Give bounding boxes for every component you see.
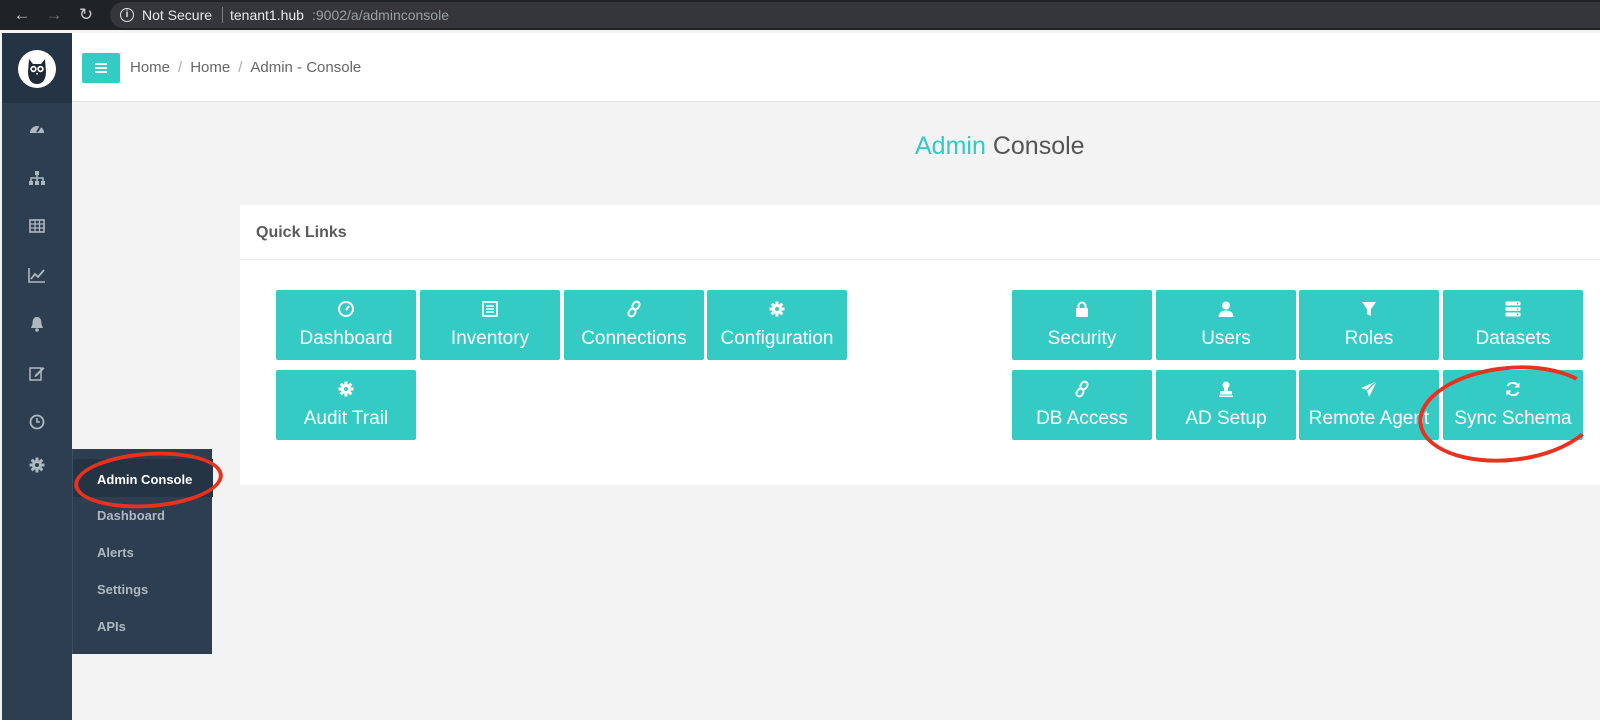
users-button-label: Users [1201,328,1251,349]
url-host: tenant1.hub [230,7,304,23]
flyout-item-settings[interactable]: Settings [97,582,148,597]
roles-button-label: Roles [1344,328,1394,349]
breadcrumb-home-2[interactable]: Home [190,59,230,76]
info-icon[interactable]: i [120,8,134,22]
forward-arrow-icon[interactable]: → [42,0,66,30]
not-secure-label: Not Secure [142,7,213,23]
gauge-icon [276,300,416,320]
quick-links-title: Quick Links [256,224,347,241]
url-divider [222,7,223,23]
db-access-button[interactable]: DB Access [1012,370,1152,440]
audit-trail-button-label: Audit Trail [303,408,389,429]
connections-button-label: Connections [581,328,687,349]
paper-plane-icon [1299,380,1439,400]
back-arrow-icon[interactable]: ← [10,0,34,30]
page-title-rest: Console [992,132,1085,160]
sync-schema-button[interactable]: Sync Schema [1443,370,1583,440]
datasets-button[interactable]: Datasets [1443,290,1583,360]
security-button-label: Security [1047,328,1117,349]
gear-icon[interactable] [20,456,54,480]
hamburger-menu-icon[interactable] [82,53,120,83]
ad-setup-button[interactable]: AD Setup [1156,370,1296,440]
url-path: :9002/a/adminconsole [312,7,449,23]
inventory-button-label: Inventory [450,328,530,349]
filter-icon [1299,300,1439,320]
page-title: Admin Console [915,132,1085,161]
quick-links-card: Quick Links Dashboard Inventory Connecti… [240,205,1600,485]
configuration-button-label: Configuration [720,328,834,349]
breadcrumb-separator: / [238,59,243,76]
list-icon [420,300,560,320]
server-icon [1443,300,1583,320]
clock-icon[interactable] [20,413,54,437]
stamp-icon [1156,380,1296,400]
remote-agent-button-label: Remote Agent [1308,408,1430,429]
breadcrumb-separator: / [178,59,183,76]
ad-setup-button-label: AD Setup [1185,408,1267,429]
reload-icon[interactable]: ↻ [74,0,98,30]
page-title-accent: Admin [915,132,986,160]
sidebar [2,33,72,720]
line-chart-icon[interactable] [20,266,54,290]
edit-icon[interactable] [20,364,54,388]
breadcrumb-current: Admin - Console [250,59,362,76]
refresh-icon [1443,380,1583,400]
roles-button[interactable]: Roles [1299,290,1439,360]
remote-agent-button[interactable]: Remote Agent [1299,370,1439,440]
link-icon [564,300,704,320]
admin-flyout-menu: Admin Console Dashboard Alerts Settings … [72,449,213,654]
table-icon[interactable] [20,217,54,241]
dashboard-icon[interactable] [20,120,54,144]
owl-logo-icon[interactable] [18,50,56,88]
link-icon [1012,380,1152,400]
datasets-button-label: Datasets [1475,328,1551,349]
cog-icon [707,300,847,320]
users-button[interactable]: Users [1156,290,1296,360]
bell-icon[interactable] [20,315,54,339]
user-icon [1156,300,1296,320]
audit-trail-button[interactable]: Audit Trail [276,370,416,440]
db-access-button-label: DB Access [1036,408,1128,429]
connections-button[interactable]: Connections [564,290,704,360]
security-button[interactable]: Security [1012,290,1152,360]
address-bar[interactable]: i Not Secure tenant1.hub :9002/a/adminco… [110,2,1600,28]
sync-schema-button-label: Sync Schema [1454,408,1572,429]
top-header: Home / Home / Admin - Console [72,33,1600,102]
flyout-item-dashboard[interactable]: Dashboard [97,508,165,523]
dashboard-button-label: Dashboard [299,328,393,349]
flyout-item-apis[interactable]: APIs [97,619,126,634]
dashboard-button[interactable]: Dashboard [276,290,416,360]
lock-icon [1012,300,1152,320]
browser-toolbar: ← → ↻ i Not Secure tenant1.hub :9002/a/a… [0,0,1600,30]
logo-area[interactable] [2,33,72,103]
flyout-item-alerts[interactable]: Alerts [97,545,134,560]
inventory-button[interactable]: Inventory [420,290,560,360]
quick-links-header: Quick Links [240,205,1600,260]
hierarchy-icon[interactable] [20,169,54,193]
cog-icon [276,380,416,400]
flyout-item-admin-console[interactable]: Admin Console [97,472,192,487]
breadcrumb-home[interactable]: Home [130,59,170,76]
breadcrumb: Home / Home / Admin - Console [130,59,361,76]
configuration-button[interactable]: Configuration [707,290,847,360]
